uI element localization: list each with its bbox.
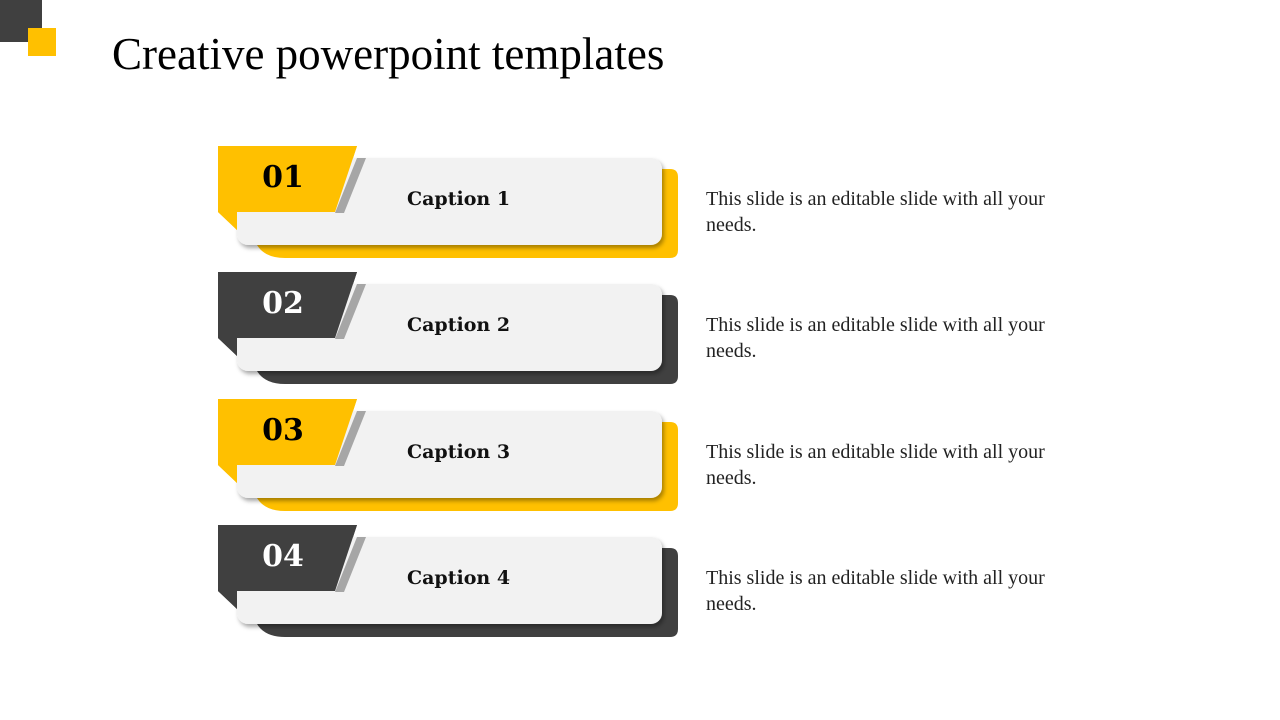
page-title: Creative powerpoint templates <box>112 29 665 79</box>
item-caption: Caption 1 <box>407 188 511 210</box>
item-graphic <box>218 146 678 258</box>
item-graphic <box>218 272 678 384</box>
item-description: This slide is an editable slide with all… <box>706 188 1045 236</box>
list-item: 01 Caption 1 This slide is an editable s… <box>0 146 1280 266</box>
item-number: 02 <box>262 286 304 321</box>
item-number: 04 <box>262 539 304 574</box>
list-item: 03 Caption 3 This slide is an editable s… <box>0 399 1280 519</box>
item-graphic <box>218 525 678 637</box>
item-caption: Caption 3 <box>407 441 511 463</box>
item-description: This slide is an editable slide with all… <box>706 441 1045 489</box>
item-description: This slide is an editable slide with all… <box>706 314 1045 362</box>
item-graphic <box>218 399 678 511</box>
list-item: 02 Caption 2 This slide is an editable s… <box>0 272 1280 392</box>
item-description: This slide is an editable slide with all… <box>706 567 1045 615</box>
item-number: 01 <box>262 160 304 195</box>
item-number: 03 <box>262 413 304 448</box>
item-caption: Caption 2 <box>407 314 511 336</box>
list-item: 04 Caption 4 This slide is an editable s… <box>0 525 1280 645</box>
decor-yellow-square <box>28 28 56 56</box>
item-caption: Caption 4 <box>407 567 511 589</box>
